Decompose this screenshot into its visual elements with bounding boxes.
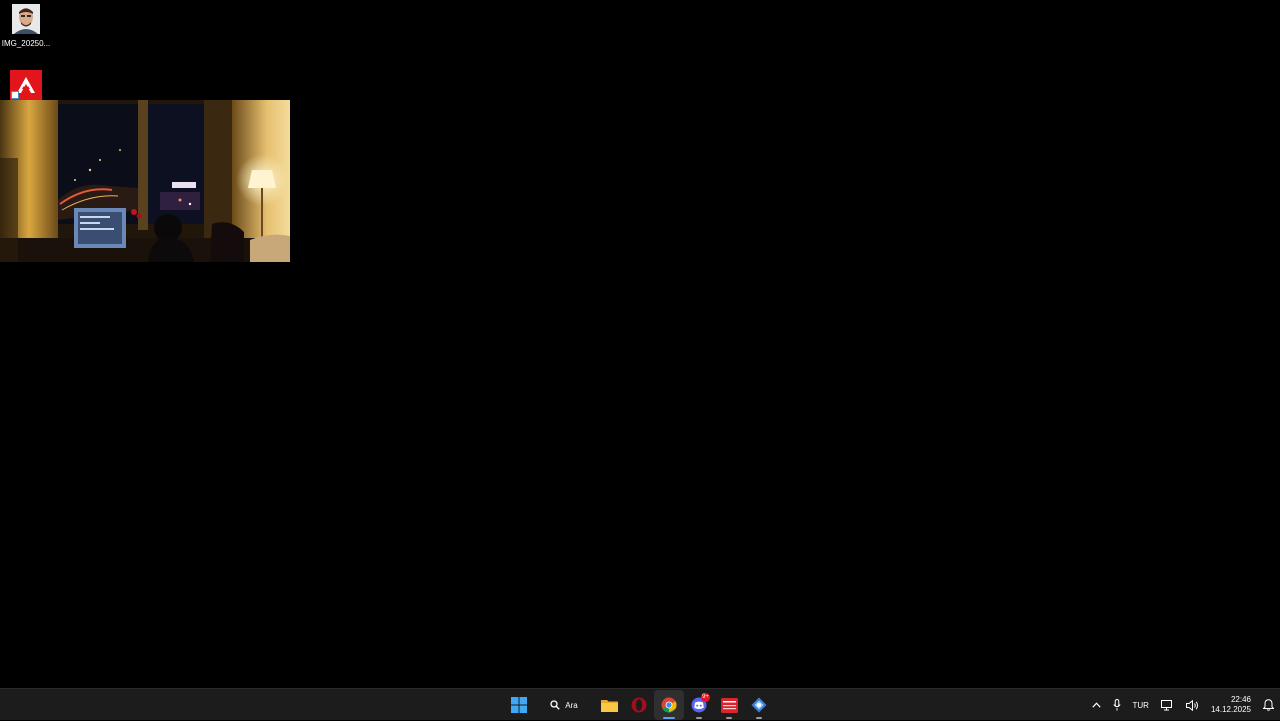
taskbar-center: Ara xyxy=(504,689,774,721)
clock-date: 14.12.2025 xyxy=(1211,705,1251,715)
taskbar: Ara xyxy=(0,688,1280,720)
tray-microphone[interactable] xyxy=(1107,690,1127,720)
taskbar-app-chrome[interactable] xyxy=(654,690,684,720)
video-window[interactable] xyxy=(0,100,290,262)
desktop-icon-photo[interactable]: IMG_20250... xyxy=(0,4,52,48)
windows-start-icon xyxy=(511,697,527,713)
taskbar-app-opera[interactable] xyxy=(624,690,654,720)
running-indicator xyxy=(696,717,702,719)
desktop-icon-adobe[interactable] xyxy=(0,70,52,100)
opera-icon xyxy=(631,697,647,713)
clock-time: 22:46 xyxy=(1231,695,1251,705)
file-explorer-icon xyxy=(601,698,618,712)
taskbar-app-discord[interactable]: 9+ xyxy=(684,690,714,720)
tray-notifications[interactable] xyxy=(1257,690,1280,720)
tray-overflow-button[interactable] xyxy=(1086,690,1107,720)
search-label: Ara xyxy=(565,701,577,710)
shortcut-arrow-icon xyxy=(11,91,19,99)
tray-volume[interactable] xyxy=(1180,690,1205,720)
volume-icon xyxy=(1186,700,1199,711)
adobe-acrobat-icon xyxy=(10,70,42,100)
photo-thumbnail-icon xyxy=(12,4,40,34)
tray-language[interactable]: TUR xyxy=(1127,690,1155,720)
notification-icon xyxy=(1263,699,1274,711)
taskbar-app-file-explorer[interactable] xyxy=(594,690,624,720)
taskbar-app-settings[interactable] xyxy=(744,690,774,720)
system-tray: TUR 22:46 14.12.2025 xyxy=(1086,689,1280,721)
desktop[interactable]: IMG_20250... xyxy=(0,0,1280,688)
running-indicator xyxy=(663,717,675,719)
network-icon xyxy=(1161,700,1174,711)
taskbar-clock[interactable]: 22:46 14.12.2025 xyxy=(1205,695,1257,715)
microphone-icon xyxy=(1113,699,1121,711)
video-frame xyxy=(0,100,290,262)
chevron-up-icon xyxy=(1092,702,1101,708)
app-settings-icon xyxy=(751,697,767,713)
desktop-icon-label: IMG_20250... xyxy=(0,39,52,48)
start-button[interactable] xyxy=(504,690,534,720)
running-indicator xyxy=(726,717,732,719)
search-button[interactable]: Ara xyxy=(534,690,594,720)
search-icon xyxy=(550,700,560,710)
tray-network[interactable] xyxy=(1155,690,1180,720)
notification-badge: 9+ xyxy=(701,693,710,702)
running-indicator xyxy=(756,717,762,719)
chrome-icon xyxy=(661,697,677,713)
taskbar-app-video-editor[interactable] xyxy=(714,690,744,720)
video-editor-icon xyxy=(721,698,738,713)
